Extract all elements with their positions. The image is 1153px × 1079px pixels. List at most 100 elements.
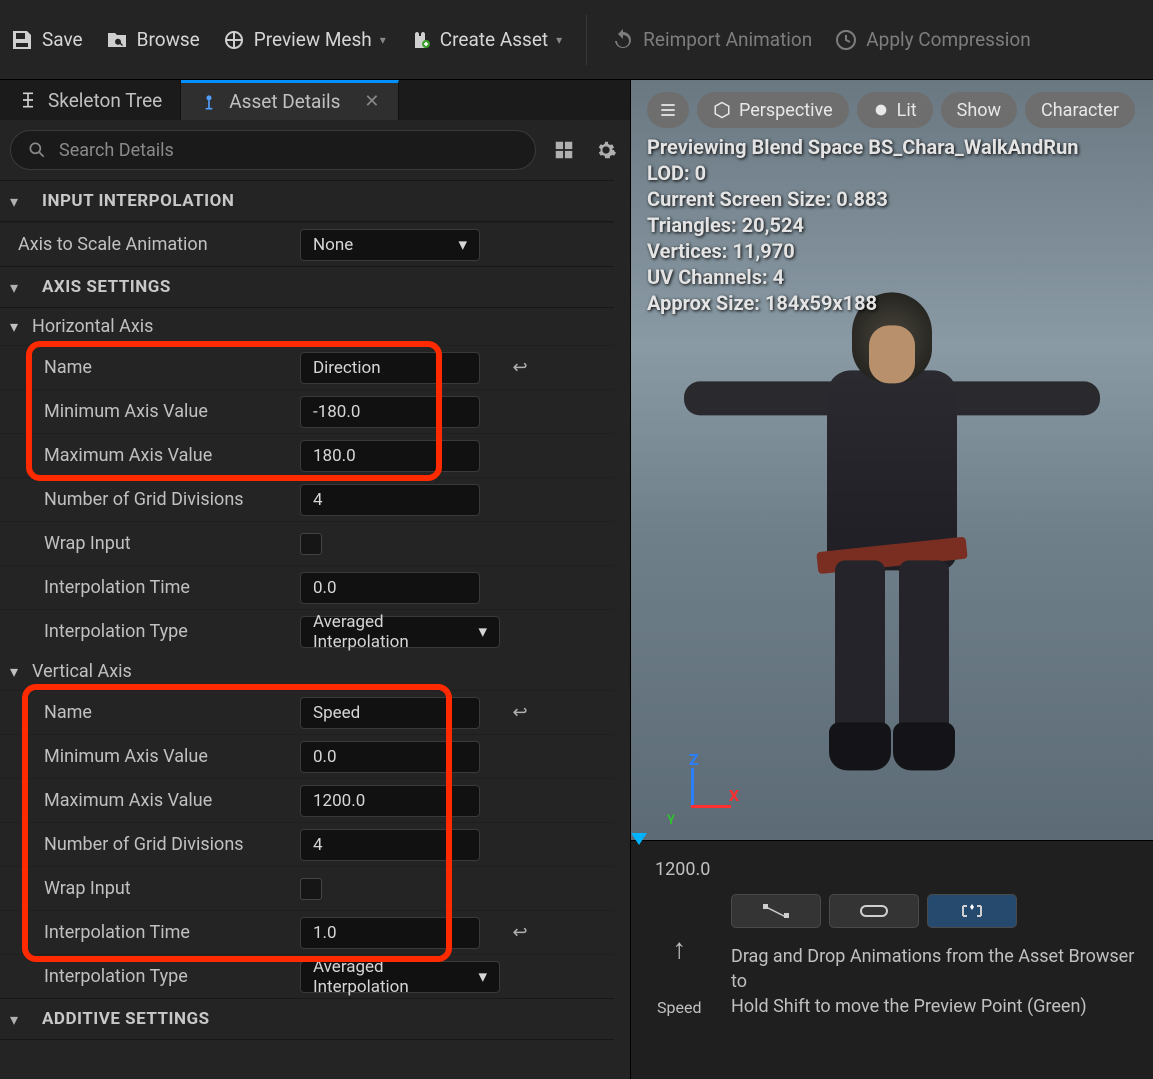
h-wrap-checkbox[interactable] <box>300 533 322 555</box>
v-type-dropdown[interactable]: Averaged Interpolation▾ <box>300 961 500 993</box>
prop-label: Minimum Axis Value <box>0 401 300 422</box>
blendspace-panel[interactable]: 1200.0 Drag and Drop Animations from the… <box>631 840 1153 1079</box>
v-name-input[interactable] <box>300 697 480 729</box>
create-asset-icon <box>408 28 432 52</box>
graph-mode-3[interactable] <box>927 894 1017 928</box>
graph-buttons <box>731 894 1137 928</box>
browse-button[interactable]: Browse <box>101 22 204 58</box>
prop-label: Name <box>0 702 300 723</box>
stats-label: Approx Size: <box>647 291 760 315</box>
v-grid-input[interactable] <box>300 829 480 861</box>
character-mesh <box>702 258 1082 818</box>
details-scroll[interactable]: ▾ INPUT INTERPOLATION Axis to Scale Anim… <box>0 180 630 1079</box>
prop-h-wrap: Wrap Input <box>0 521 614 565</box>
timeline-value: 1200.0 <box>655 859 1137 880</box>
prop-label: Number of Grid Divisions <box>0 834 300 855</box>
reset-button[interactable]: ↩ <box>490 357 550 378</box>
v-time-input[interactable] <box>300 917 480 949</box>
prop-label: Minimum Axis Value <box>0 746 300 767</box>
search-row <box>0 120 630 180</box>
prop-v-max: Maximum Axis Value <box>0 778 614 822</box>
dropdown-caret-icon: ▾ <box>380 33 386 47</box>
tab-label: Skeleton Tree <box>48 89 162 112</box>
prop-v-type: Interpolation Type Averaged Interpolatio… <box>0 954 614 998</box>
browse-label: Browse <box>137 28 200 51</box>
save-label: Save <box>42 28 83 51</box>
prop-h-type: Interpolation Type Averaged Interpolatio… <box>0 609 614 653</box>
stats-label: Current Screen Size: <box>647 187 831 211</box>
prop-label: Maximum Axis Value <box>0 445 300 466</box>
reimport-animation-button[interactable]: Reimport Animation <box>607 22 816 58</box>
h-time-input[interactable] <box>300 572 480 604</box>
prop-label: Number of Grid Divisions <box>0 489 300 510</box>
settings-gear-icon[interactable] <box>592 136 620 164</box>
prop-v-wrap: Wrap Input <box>0 866 614 910</box>
graph-mode-2[interactable] <box>829 894 919 928</box>
section-title: INPUT INTERPOLATION <box>42 191 234 211</box>
h-min-input[interactable] <box>300 396 480 428</box>
prop-v-time: Interpolation Time ↩ <box>0 910 614 954</box>
section-input-interpolation[interactable]: ▾ INPUT INTERPOLATION <box>0 180 614 222</box>
section-title: ADDITIVE SETTINGS <box>42 1009 210 1029</box>
section-title: AXIS SETTINGS <box>42 277 171 297</box>
main-toolbar: Save Browse Preview Mesh ▾ Create Asset … <box>0 0 1153 80</box>
y-axis-label: Y <box>667 813 675 828</box>
subheader-horizontal-axis[interactable]: ▾ Horizontal Axis <box>0 308 614 345</box>
lit-button[interactable]: Lit <box>857 92 933 128</box>
reset-button[interactable]: ↩ <box>490 922 550 943</box>
view-grid-icon[interactable] <box>550 136 578 164</box>
h-grid-input[interactable] <box>300 484 480 516</box>
v-max-input[interactable] <box>300 785 480 817</box>
search-box[interactable] <box>10 130 536 170</box>
viewport-menu-button[interactable] <box>647 92 689 128</box>
axis-gizmo: Z X Y <box>671 760 731 820</box>
axis-to-scale-dropdown[interactable]: None ▾ <box>300 229 480 261</box>
search-input[interactable] <box>59 140 519 161</box>
perspective-button[interactable]: Perspective <box>697 92 849 128</box>
h-name-input[interactable] <box>300 352 480 384</box>
prop-label: Maximum Axis Value <box>0 790 300 811</box>
skeleton-icon <box>18 90 38 110</box>
h-type-dropdown[interactable]: Averaged Interpolation▾ <box>300 616 500 648</box>
chevron-down-icon: ▾ <box>10 1010 28 1029</box>
prop-label: Interpolation Type <box>0 621 300 642</box>
timeline-marker-icon <box>631 833 647 845</box>
stats-value: 0.883 <box>836 187 888 211</box>
z-axis-label: Z <box>689 750 699 769</box>
h-max-input[interactable] <box>300 440 480 472</box>
reimport-icon <box>611 28 635 52</box>
tab-skeleton-tree[interactable]: Skeleton Tree <box>0 80 181 120</box>
save-button[interactable]: Save <box>6 22 87 58</box>
apply-compression-button[interactable]: Apply Compression <box>830 22 1035 58</box>
dropdown-value: Averaged Interpolation <box>313 612 478 652</box>
hint-line: Drag and Drop Animations from the Asset … <box>731 944 1137 994</box>
v-min-input[interactable] <box>300 741 480 773</box>
section-additive-settings[interactable]: ▾ ADDITIVE SETTINGS <box>0 998 614 1040</box>
folder-search-icon <box>105 28 129 52</box>
subheader-vertical-axis[interactable]: ▾ Vertical Axis <box>0 653 614 690</box>
tab-label: Asset Details <box>229 90 340 113</box>
prop-h-time: Interpolation Time <box>0 565 614 609</box>
chevron-down-icon: ▾ <box>10 662 18 681</box>
show-button[interactable]: Show <box>941 92 1017 128</box>
btn-label: Character <box>1041 100 1119 121</box>
chevron-down-icon: ▾ <box>10 317 18 336</box>
tab-asset-details[interactable]: Asset Details ✕ <box>181 80 398 120</box>
cube-icon <box>713 101 731 119</box>
v-wrap-checkbox[interactable] <box>300 878 322 900</box>
reset-button[interactable]: ↩ <box>490 702 550 723</box>
btn-label: Show <box>957 100 1001 121</box>
stats-label: UV Channels: <box>647 265 768 289</box>
create-asset-button[interactable]: Create Asset ▾ <box>404 22 566 58</box>
stats-value: 20,524 <box>742 213 804 237</box>
prop-label: Wrap Input <box>0 878 300 899</box>
close-tab-icon[interactable]: ✕ <box>364 91 379 112</box>
graph-mode-1[interactable] <box>731 894 821 928</box>
section-axis-settings[interactable]: ▾ AXIS SETTINGS <box>0 266 614 308</box>
dropdown-value: None <box>313 235 353 255</box>
character-button[interactable]: Character <box>1025 92 1135 128</box>
preview-mesh-button[interactable]: Preview Mesh ▾ <box>218 22 390 58</box>
viewport[interactable]: Perspective Lit Show Character Previewin… <box>631 80 1153 840</box>
stats-value: 0 <box>695 161 706 185</box>
prop-h-name: Name ↩ <box>0 345 614 389</box>
